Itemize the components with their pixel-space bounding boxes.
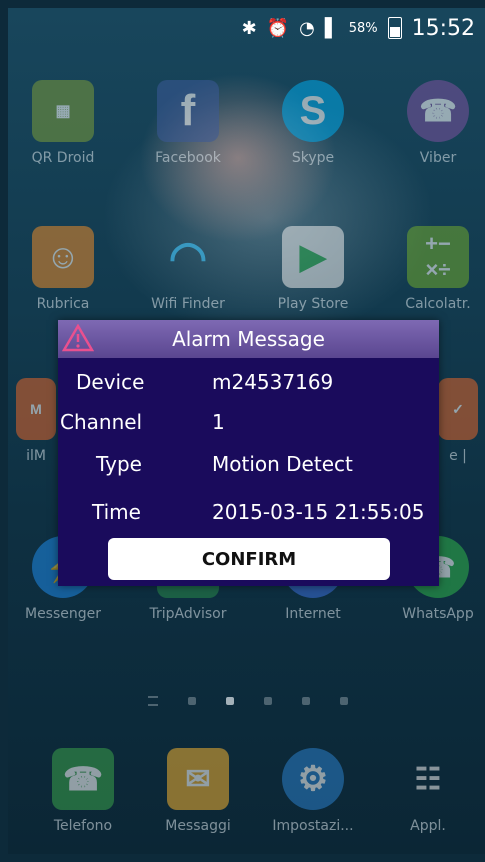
device-value: m24537169: [212, 370, 334, 394]
dock-messages[interactable]: ✉ Messaggi: [148, 748, 248, 834]
app-facebook[interactable]: f Facebook: [138, 80, 238, 166]
bluetooth-icon: ✱: [241, 17, 257, 39]
device-label: Device: [76, 370, 145, 394]
page-dot[interactable]: [302, 697, 310, 705]
viber-icon: ☎: [407, 80, 469, 142]
calculator-icon: +− ×÷: [407, 226, 469, 288]
status-time: 15:52: [411, 15, 475, 41]
facebook-icon: f: [157, 80, 219, 142]
app-skype[interactable]: S Skype: [263, 80, 363, 166]
dialog-header: Alarm Message: [58, 320, 439, 358]
row-channel: Channel 1: [58, 410, 439, 450]
wifi-icon: ◠: [168, 232, 208, 282]
app-play-store[interactable]: ▶ Play Store: [263, 226, 363, 312]
page-dot-active[interactable]: [226, 697, 234, 705]
battery-icon: [387, 17, 402, 39]
wifi-signal-icon: ◔: [299, 17, 315, 39]
row-type: Type Motion Detect: [58, 452, 439, 492]
app-icon: ✓: [438, 378, 478, 440]
time-label: Time: [92, 500, 141, 524]
ilmeteo-icon: M: [16, 378, 56, 440]
page-dot-list[interactable]: [148, 696, 158, 706]
battery-percent: 58%: [348, 20, 378, 36]
play-store-icon: ▶: [282, 226, 344, 288]
alarm-dialog: Alarm Message Device m24537169 Channel 1…: [58, 320, 439, 586]
type-label: Type: [96, 452, 142, 476]
confirm-button[interactable]: CONFIRM: [108, 538, 390, 580]
page-indicator[interactable]: [148, 696, 348, 706]
warning-icon: [62, 324, 94, 352]
dock-apps[interactable]: ☷ Appl.: [378, 748, 478, 835]
app-rubrica[interactable]: ☺ Rubrica: [13, 226, 113, 312]
status-bar: ✱ ⏰ ◔ ▌ 58% 15:52: [8, 8, 485, 48]
qr-droid-icon: ▦: [32, 80, 94, 142]
page-dot[interactable]: [340, 697, 348, 705]
row-time: Time 2015-03-15 21:55:05: [58, 500, 439, 540]
page-dot[interactable]: [188, 697, 196, 705]
time-value: 2015-03-15 21:55:05: [212, 500, 425, 524]
alarm-icon: ⏰: [266, 17, 290, 39]
contacts-icon: ☺: [32, 226, 94, 288]
channel-label: Channel: [60, 410, 143, 434]
dialog-title: Alarm Message: [172, 327, 325, 351]
channel-value: 1: [212, 410, 225, 434]
app-viber[interactable]: ☎ Viber: [388, 80, 485, 166]
phone-icon: ☎: [52, 748, 114, 810]
app-calculator[interactable]: +− ×÷ Calcolatr.: [388, 226, 485, 312]
skype-icon: S: [282, 80, 344, 142]
dock: ☎ Telefono ✉ Messaggi ⚙ Impostazi... ☷ A…: [8, 748, 485, 854]
settings-icon: ⚙: [282, 748, 344, 810]
messages-icon: ✉: [167, 748, 229, 810]
cell-signal-icon: ▌: [324, 17, 339, 39]
page-dot[interactable]: [264, 697, 272, 705]
type-value: Motion Detect: [212, 452, 353, 476]
app-qr-droid[interactable]: ▦ QR Droid: [13, 80, 113, 166]
dock-phone[interactable]: ☎ Telefono: [33, 748, 133, 834]
apps-grid-icon: ☷: [414, 762, 442, 796]
dock-settings[interactable]: ⚙ Impostazi...: [263, 748, 363, 834]
app-wifi-finder[interactable]: ◠ Wifi Finder: [138, 226, 238, 313]
row-device: Device m24537169: [58, 370, 439, 410]
